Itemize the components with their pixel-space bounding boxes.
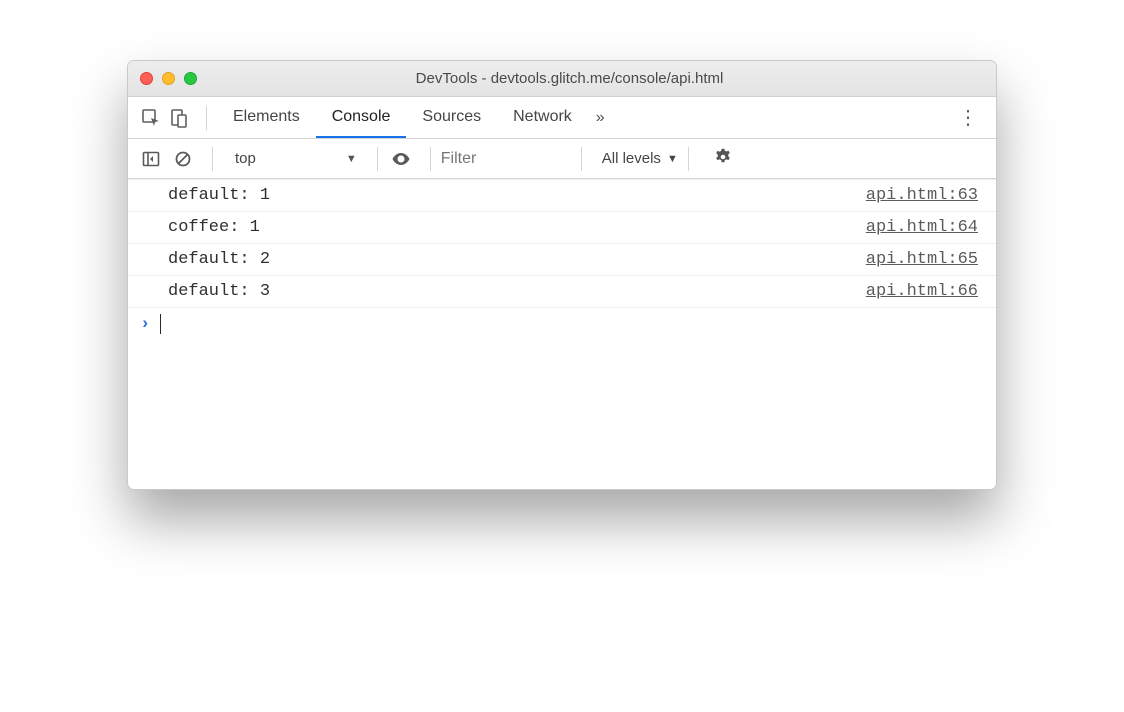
tab-network[interactable]: Network bbox=[497, 97, 588, 138]
console-log-row: default: 2 api.html:65 bbox=[128, 244, 996, 276]
log-levels-dropdown[interactable]: All levels ▼ bbox=[602, 150, 678, 167]
dropdown-triangle-icon: ▼ bbox=[346, 153, 357, 165]
log-message: default: 2 bbox=[168, 250, 270, 269]
log-message: default: 1 bbox=[168, 186, 270, 205]
panel-toolbar: Elements Console Sources Network » ⋮ bbox=[128, 97, 996, 139]
clear-console-icon[interactable] bbox=[170, 146, 196, 172]
console-prompt[interactable]: › bbox=[128, 308, 996, 340]
source-link[interactable]: api.html:64 bbox=[866, 218, 978, 237]
filter-input[interactable] bbox=[441, 150, 571, 168]
tab-console[interactable]: Console bbox=[316, 97, 407, 138]
log-message: default: 3 bbox=[168, 282, 270, 301]
console-log-row: coffee: 1 api.html:64 bbox=[128, 212, 996, 244]
source-link[interactable]: api.html:66 bbox=[866, 282, 978, 301]
filterbar-divider-2 bbox=[377, 147, 378, 171]
filterbar-divider-3 bbox=[430, 147, 431, 171]
toolbar-divider bbox=[206, 106, 207, 130]
console-log-row: default: 1 api.html:63 bbox=[128, 179, 996, 212]
filterbar-divider-4 bbox=[581, 147, 582, 171]
console-settings-icon[interactable] bbox=[713, 147, 733, 171]
log-message: coffee: 1 bbox=[168, 218, 260, 237]
source-link[interactable]: api.html:63 bbox=[866, 186, 978, 205]
toggle-console-sidebar-icon[interactable] bbox=[138, 146, 164, 172]
select-element-icon[interactable] bbox=[140, 107, 162, 129]
more-menu-icon[interactable]: ⋮ bbox=[952, 105, 984, 130]
dropdown-triangle-icon: ▼ bbox=[667, 153, 678, 165]
window-title: DevTools - devtools.glitch.me/console/ap… bbox=[155, 70, 984, 87]
tab-elements[interactable]: Elements bbox=[217, 97, 316, 138]
console-output: default: 1 api.html:63 coffee: 1 api.htm… bbox=[128, 179, 996, 489]
live-expression-icon[interactable] bbox=[388, 146, 414, 172]
tabs-overflow-button[interactable]: » bbox=[588, 109, 613, 127]
tab-sources[interactable]: Sources bbox=[406, 97, 497, 138]
log-levels-label: All levels bbox=[602, 150, 661, 167]
source-link[interactable]: api.html:65 bbox=[866, 250, 978, 269]
console-filter-bar: top ▼ All levels ▼ bbox=[128, 139, 996, 179]
close-button[interactable] bbox=[140, 72, 153, 85]
filterbar-divider-5 bbox=[688, 147, 689, 171]
context-selector[interactable]: top ▼ bbox=[225, 145, 367, 173]
filterbar-divider-1 bbox=[212, 147, 213, 171]
text-cursor bbox=[160, 314, 161, 334]
console-log-row: default: 3 api.html:66 bbox=[128, 276, 996, 308]
prompt-caret-icon: › bbox=[140, 315, 150, 334]
device-toolbar-icon[interactable] bbox=[168, 107, 190, 129]
context-selector-label: top bbox=[235, 150, 256, 167]
window-titlebar: DevTools - devtools.glitch.me/console/ap… bbox=[128, 61, 996, 97]
devtools-window: DevTools - devtools.glitch.me/console/ap… bbox=[127, 60, 997, 490]
